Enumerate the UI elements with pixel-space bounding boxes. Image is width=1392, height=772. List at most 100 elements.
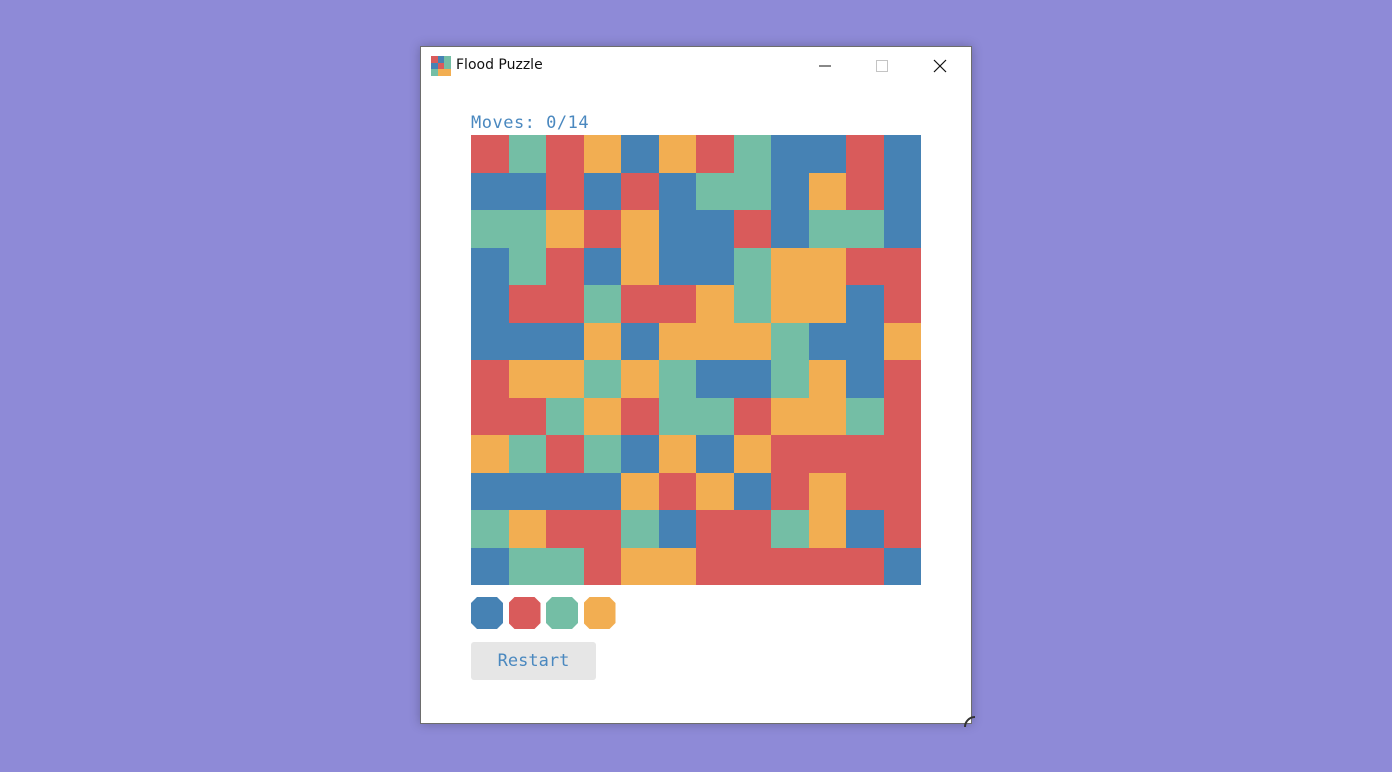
board-cell: [508, 322, 546, 360]
board-cell: [696, 360, 734, 398]
board-cell: [733, 285, 771, 323]
board-cell: [621, 135, 659, 173]
resize-grip-icon[interactable]: [962, 714, 976, 728]
board-cell: [583, 397, 621, 435]
board-cell: [771, 135, 809, 173]
board-cell: [771, 172, 809, 210]
board-cell: [696, 547, 734, 585]
board-cell: [733, 397, 771, 435]
board-cell: [471, 135, 509, 173]
board-cell: [883, 397, 921, 435]
board-cell: [621, 435, 659, 473]
board-cell: [471, 435, 509, 473]
board-cell: [621, 510, 659, 548]
board-cell: [771, 210, 809, 248]
board-cell: [808, 510, 846, 548]
board-cell: [733, 247, 771, 285]
color-swatch-teal[interactable]: [546, 597, 578, 629]
color-swatch-blue[interactable]: [471, 597, 503, 629]
color-swatch-red[interactable]: [509, 597, 541, 629]
board-cell: [733, 322, 771, 360]
board-cell: [696, 472, 734, 510]
board-cell: [696, 435, 734, 473]
board-cell: [658, 285, 696, 323]
board-cell: [546, 472, 584, 510]
board-cell: [771, 247, 809, 285]
color-swatch-orange[interactable]: [584, 597, 616, 629]
board-cell: [621, 360, 659, 398]
board-cell: [696, 135, 734, 173]
board-cell: [696, 172, 734, 210]
board-cell: [508, 135, 546, 173]
board-cell: [846, 285, 884, 323]
restart-button[interactable]: Restart: [471, 642, 596, 680]
board-cell: [471, 510, 509, 548]
board-cell: [508, 172, 546, 210]
board-cell: [808, 397, 846, 435]
board-cell: [583, 285, 621, 323]
board-cell: [658, 472, 696, 510]
board-cell: [883, 135, 921, 173]
board-cell: [621, 397, 659, 435]
board-cell: [546, 435, 584, 473]
board-cell: [658, 360, 696, 398]
board-cell: [621, 247, 659, 285]
board-cell: [771, 547, 809, 585]
title-bar[interactable]: Flood Puzzle: [421, 47, 971, 85]
board-cell: [771, 285, 809, 323]
board-cell: [508, 547, 546, 585]
board-cell: [808, 172, 846, 210]
board-cell: [883, 247, 921, 285]
board-cell: [883, 510, 921, 548]
board-cell: [733, 172, 771, 210]
board-cell: [808, 247, 846, 285]
maximize-button[interactable]: [853, 47, 911, 85]
board-cell: [583, 322, 621, 360]
board-cell: [696, 397, 734, 435]
board-cell: [658, 135, 696, 173]
board-cell: [846, 135, 884, 173]
board-cell: [658, 397, 696, 435]
board-cell: [583, 360, 621, 398]
board-cell: [808, 435, 846, 473]
board-cell: [546, 172, 584, 210]
board-cell: [546, 210, 584, 248]
close-button[interactable]: [911, 47, 969, 85]
game-board[interactable]: [471, 135, 921, 585]
board-cell: [846, 435, 884, 473]
board-cell: [508, 397, 546, 435]
board-cell: [583, 547, 621, 585]
board-cell: [846, 510, 884, 548]
board-cell: [621, 322, 659, 360]
minimize-icon: [819, 65, 831, 67]
board-cell: [583, 135, 621, 173]
board-cell: [508, 247, 546, 285]
app-icon: [431, 56, 451, 76]
board-cell: [546, 135, 584, 173]
board-cell: [508, 360, 546, 398]
board-cell: [846, 547, 884, 585]
board-cell: [771, 435, 809, 473]
board-cell: [696, 210, 734, 248]
board-cell: [546, 547, 584, 585]
board-cell: [583, 472, 621, 510]
board-cell: [621, 472, 659, 510]
board-cell: [471, 247, 509, 285]
board-cell: [733, 435, 771, 473]
minimize-button[interactable]: [796, 47, 854, 85]
board-cell: [883, 210, 921, 248]
board-cell: [508, 210, 546, 248]
board-cell: [621, 210, 659, 248]
board-cell: [471, 285, 509, 323]
board-cell: [658, 172, 696, 210]
board-cell: [808, 210, 846, 248]
board-cell: [658, 510, 696, 548]
board-cell: [546, 322, 584, 360]
board-cell: [733, 510, 771, 548]
board-cell: [508, 510, 546, 548]
board-cell: [771, 472, 809, 510]
board-cell: [508, 435, 546, 473]
board-cell: [471, 172, 509, 210]
board-cell: [846, 172, 884, 210]
board-cell: [508, 472, 546, 510]
